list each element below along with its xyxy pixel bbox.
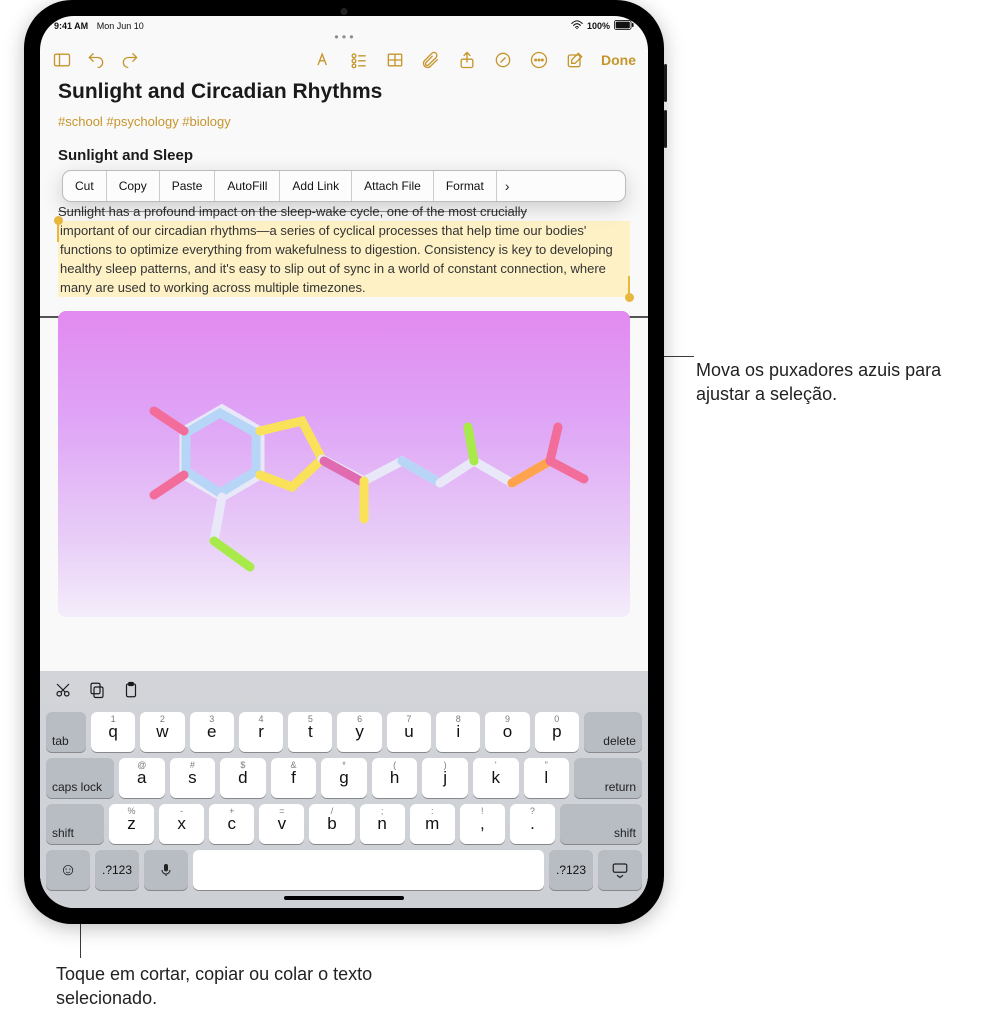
key-c[interactable]: +c <box>209 804 254 844</box>
note-image-molecule[interactable] <box>58 311 630 617</box>
key-m[interactable]: :m <box>410 804 455 844</box>
key-k[interactable]: 'k <box>473 758 519 798</box>
battery-pct: 100% <box>587 21 610 31</box>
key-dictation[interactable] <box>144 850 188 890</box>
key-tab[interactable]: tab <box>46 712 86 752</box>
table-icon[interactable] <box>385 50 405 70</box>
menu-copy[interactable]: Copy <box>107 171 160 201</box>
key-h[interactable]: (h <box>372 758 418 798</box>
key-s[interactable]: #s <box>170 758 216 798</box>
status-date: Mon Jun 10 <box>97 21 144 31</box>
key-v[interactable]: =v <box>259 804 304 844</box>
paragraph-first-line: Sunlight has a profound impact on the sl… <box>58 202 630 221</box>
home-indicator[interactable] <box>284 896 404 900</box>
sidebar-toggle-icon[interactable] <box>52 50 72 70</box>
compose-icon[interactable] <box>565 50 585 70</box>
key-space[interactable] <box>193 850 544 890</box>
callout-cut-copy-paste: Toque em cortar, copiar ou colar o texto… <box>56 962 416 1011</box>
onscreen-keyboard: tab 1q 2w 3e 4r 5t 6y 7u 8i 9o 0p delete… <box>40 671 648 908</box>
text-format-icon[interactable] <box>313 50 333 70</box>
key-delete[interactable]: delete <box>584 712 642 752</box>
key-e[interactable]: 3e <box>190 712 234 752</box>
menu-paste[interactable]: Paste <box>160 171 216 201</box>
volume-down-button <box>664 110 667 148</box>
key-numbers-right[interactable]: .?123 <box>549 850 593 890</box>
key-a[interactable]: @a <box>119 758 165 798</box>
key-dismiss-keyboard[interactable] <box>598 850 642 890</box>
front-camera <box>341 8 348 15</box>
notes-toolbar: Done <box>40 44 648 80</box>
status-time: 9:41 AM <box>54 21 88 31</box>
key-caps-lock[interactable]: caps lock <box>46 758 114 798</box>
key-p[interactable]: 0p <box>535 712 579 752</box>
key-o[interactable]: 9o <box>485 712 529 752</box>
selected-text: important of our circadian rhythms—a ser… <box>60 223 613 295</box>
volume-up-button <box>664 64 667 102</box>
callout-selection-handles: Mova os puxadores azuis para ajustar a s… <box>696 358 956 407</box>
multitask-dots[interactable]: • • • <box>40 34 648 44</box>
key-i[interactable]: 8i <box>436 712 480 752</box>
key-return[interactable]: return <box>574 758 642 798</box>
wifi-icon <box>571 20 583 32</box>
edit-context-menu: Cut Copy Paste AutoFill Add Link Attach … <box>62 170 626 202</box>
menu-attach-file[interactable]: Attach File <box>352 171 434 201</box>
paste-icon[interactable] <box>122 681 140 704</box>
key-numbers-left[interactable]: .?123 <box>95 850 139 890</box>
key-t[interactable]: 5t <box>288 712 332 752</box>
key-l[interactable]: "l <box>524 758 570 798</box>
key-shift-right[interactable]: shift <box>560 804 642 844</box>
key-w[interactable]: 2w <box>140 712 184 752</box>
undo-icon[interactable] <box>86 50 106 70</box>
menu-cut[interactable]: Cut <box>63 171 107 201</box>
screen: 9:41 AM Mon Jun 10 100% • • • <box>40 16 648 908</box>
battery-icon <box>614 20 634 32</box>
share-icon[interactable] <box>457 50 477 70</box>
copy-icon[interactable] <box>88 681 106 704</box>
key-x[interactable]: -x <box>159 804 204 844</box>
more-icon[interactable] <box>529 50 549 70</box>
key-n[interactable]: ;n <box>360 804 405 844</box>
cut-icon[interactable] <box>54 681 72 704</box>
key-j[interactable]: )j <box>422 758 468 798</box>
note-tags[interactable]: #school #psychology #biology <box>58 114 630 129</box>
menu-format[interactable]: Format <box>434 171 497 201</box>
redo-icon[interactable] <box>120 50 140 70</box>
key-b[interactable]: /b <box>309 804 354 844</box>
key-comma[interactable]: !, <box>460 804 505 844</box>
text-selection[interactable]: important of our circadian rhythms—a ser… <box>58 221 630 297</box>
selection-handle-end[interactable] <box>625 293 634 302</box>
note-title[interactable]: Sunlight and Circadian Rhythms <box>58 80 630 104</box>
ipad-frame: 9:41 AM Mon Jun 10 100% • • • <box>24 0 664 924</box>
selection-handle-start[interactable] <box>54 216 63 225</box>
key-emoji[interactable]: ☺ <box>46 850 90 890</box>
key-r[interactable]: 4r <box>239 712 283 752</box>
key-q[interactable]: 1q <box>91 712 135 752</box>
key-y[interactable]: 6y <box>337 712 381 752</box>
key-shift-left[interactable]: shift <box>46 804 104 844</box>
markup-icon[interactable] <box>493 50 513 70</box>
key-g[interactable]: *g <box>321 758 367 798</box>
key-f[interactable]: &f <box>271 758 317 798</box>
note-paragraph[interactable]: Cut Copy Paste AutoFill Add Link Attach … <box>58 176 630 297</box>
key-d[interactable]: $d <box>220 758 266 798</box>
key-u[interactable]: 7u <box>387 712 431 752</box>
menu-more-arrow[interactable]: › <box>497 171 518 201</box>
done-button[interactable]: Done <box>601 52 636 68</box>
menu-autofill[interactable]: AutoFill <box>215 171 280 201</box>
key-period[interactable]: ?. <box>510 804 555 844</box>
menu-add-link[interactable]: Add Link <box>280 171 352 201</box>
key-z[interactable]: %z <box>109 804 154 844</box>
note-body: Sunlight and Circadian Rhythms #school #… <box>40 80 648 671</box>
attachment-icon[interactable] <box>421 50 441 70</box>
note-subheading[interactable]: Sunlight and Sleep <box>58 147 630 164</box>
checklist-icon[interactable] <box>349 50 369 70</box>
